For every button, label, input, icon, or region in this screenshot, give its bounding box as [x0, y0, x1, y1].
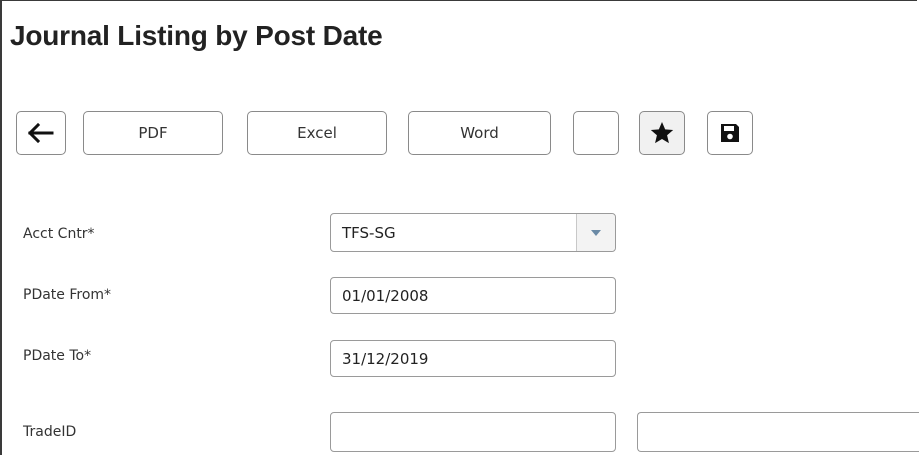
trade-id-from-input[interactable] [330, 412, 616, 452]
excel-button[interactable]: Excel [247, 111, 387, 155]
floppy-disk-icon [721, 124, 739, 142]
pdate-from-input[interactable]: 01/01/2008 [330, 277, 616, 314]
arrow-left-icon [28, 123, 54, 143]
blank-button[interactable] [573, 111, 619, 155]
back-button[interactable] [16, 111, 66, 155]
caret-down-icon [591, 229, 601, 236]
acct-cntr-select[interactable]: TFS-SG [330, 213, 616, 252]
trade-id-to-input[interactable] [637, 412, 919, 452]
dropdown-arrow[interactable] [576, 214, 615, 251]
pdate-from-label: PDate From* [23, 287, 112, 303]
word-button[interactable]: Word [408, 111, 551, 155]
save-button[interactable] [707, 111, 753, 155]
pdate-to-input[interactable]: 31/12/2019 [330, 340, 616, 377]
acct-cntr-label: Acct Cntr* [23, 226, 95, 242]
page-title: Journal Listing by Post Date [10, 20, 383, 51]
trade-id-label: TradeID [23, 424, 77, 440]
pdf-button[interactable]: PDF [83, 111, 223, 155]
acct-cntr-value: TFS-SG [342, 223, 396, 242]
favorite-button[interactable] [639, 111, 685, 155]
pdate-to-label: PDate To* [23, 348, 92, 364]
star-icon [650, 121, 674, 144]
